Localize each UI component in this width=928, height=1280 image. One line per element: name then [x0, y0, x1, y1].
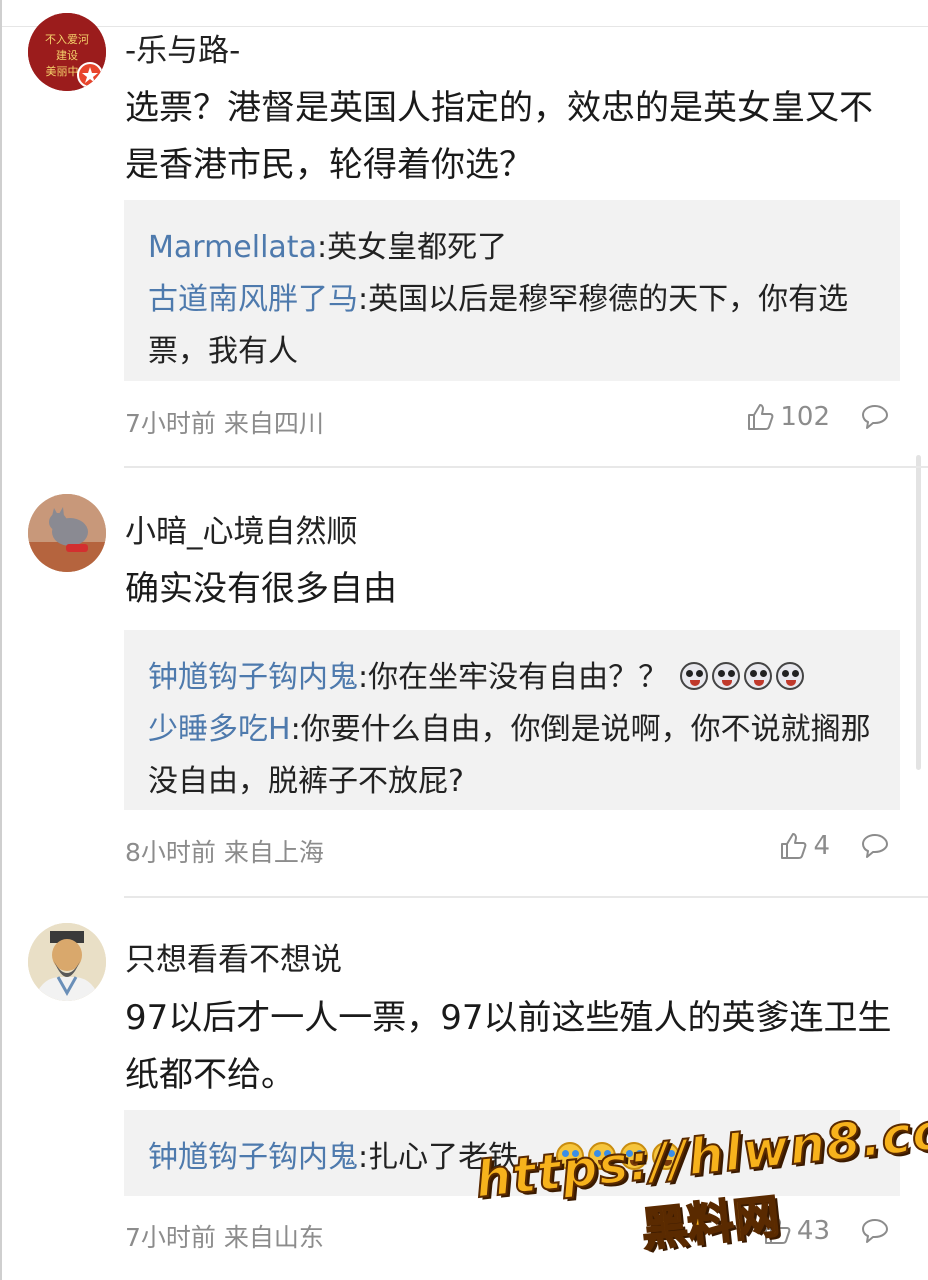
svg-text:建设: 建设: [56, 48, 78, 62]
shocked-face-emoji-icon: [676, 660, 805, 695]
scholar-portrait-image: [28, 923, 106, 1001]
reply-box[interactable]: Marmellata:英女皇都死了 古道南风胖了马:英国以后是穆罕穆德的天下，你…: [124, 200, 900, 381]
thumbs-up-icon[interactable]: [779, 831, 807, 861]
divider: [124, 896, 928, 898]
reply-username[interactable]: 少睡多吃H: [148, 712, 291, 747]
username[interactable]: 小暗_心境自然顺: [125, 506, 358, 551]
username[interactable]: 只想看看不想说: [125, 934, 342, 979]
reply-item: 古道南风胖了马:英国以后是穆罕穆德的天下，你有选票，我有人: [148, 274, 876, 378]
reply-text: :英女皇都死了: [316, 230, 508, 265]
comment-meta: 7小时前 来自山东: [125, 1223, 324, 1252]
comment-meta: 7小时前 来自四川: [125, 409, 324, 438]
reply-item: 钟馗钩子钩内鬼:你在坐牢没有自由？？: [148, 652, 876, 704]
reply-username[interactable]: 钟馗钩子钩内鬼: [148, 1140, 358, 1175]
comment-text: 选票？港督是英国人指定的，效忠的是英女皇又不是香港市民，轮得着你选？: [125, 88, 873, 185]
divider: [124, 466, 928, 468]
cat-photo-image: [28, 494, 106, 572]
reply-text: :你在坐牢没有自由？？: [358, 660, 669, 695]
username[interactable]: -乐与路-: [125, 25, 240, 70]
svg-text:不入爱河: 不入爱河: [45, 33, 89, 46]
speech-bubble-icon[interactable]: [860, 403, 890, 431]
watermark-name: 黑料网: [638, 1188, 783, 1258]
reply-box[interactable]: 钟馗钩子钩内鬼:你在坐牢没有自由？？ 少睡多吃H:你要什么自由，你倒是说啊，你不…: [124, 630, 900, 810]
left-edge-line: [0, 0, 2, 1280]
like-count[interactable]: 4: [813, 831, 830, 861]
speech-bubble-icon[interactable]: [860, 832, 890, 860]
avatar-badge-image: 不入爱河 建设 美丽中: [28, 13, 106, 91]
comment-text: 确实没有很多自由: [125, 569, 397, 609]
reply-username[interactable]: 古道南风胖了马: [148, 282, 358, 317]
reply-username[interactable]: Marmellata: [148, 230, 317, 265]
reply-username[interactable]: 钟馗钩子钩内鬼: [148, 660, 358, 695]
comment-text: 97以后才一人一票，97以前这些殖人的英爹连卫生纸都不给。: [125, 998, 892, 1095]
avatar[interactable]: 不入爱河 建设 美丽中: [28, 13, 106, 91]
comment-meta: 8小时前 来自上海: [125, 838, 324, 867]
top-bar: [0, 0, 928, 27]
reply-item: Marmellata:英女皇都死了: [148, 222, 876, 274]
avatar[interactable]: [28, 494, 106, 572]
reply-item: 少睡多吃H:你要什么自由，你倒是说啊，你不说就搁那没自由，脱裤子不放屁?: [148, 704, 876, 808]
comment-actions: 4: [779, 831, 890, 861]
scrollbar[interactable]: [916, 455, 921, 770]
like-count[interactable]: 102: [780, 402, 830, 432]
thumbs-up-icon[interactable]: [746, 402, 774, 432]
comment-actions: 102: [746, 402, 890, 432]
svg-text:美丽中: 美丽中: [46, 65, 79, 78]
avatar[interactable]: [28, 923, 106, 1001]
